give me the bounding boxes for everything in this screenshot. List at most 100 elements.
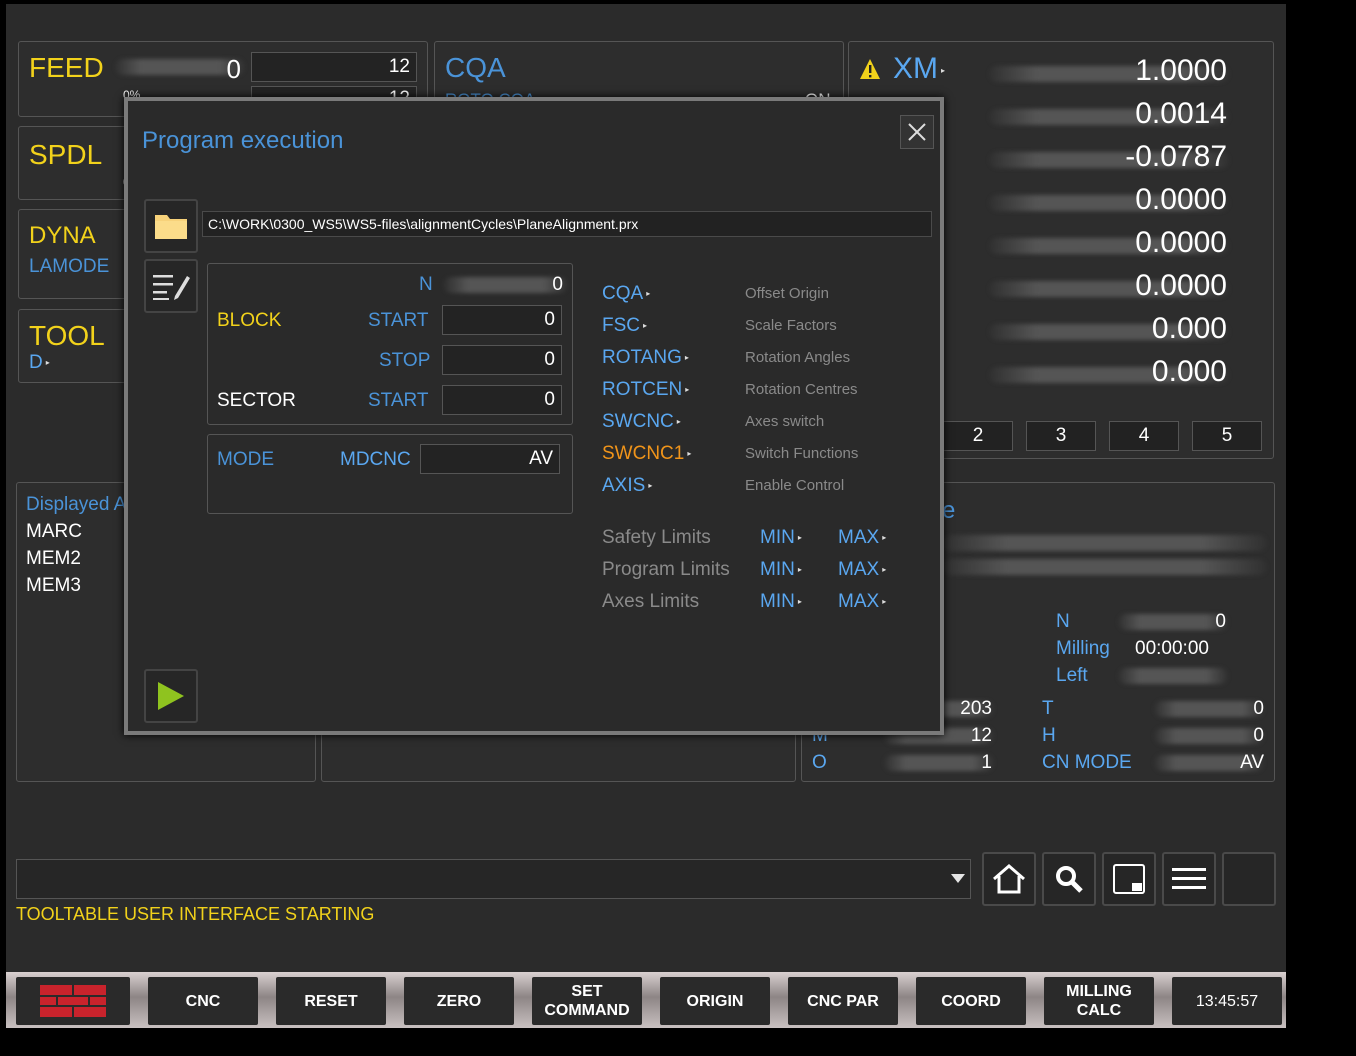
- caret-right-icon: ▸: [882, 533, 887, 543]
- menu-icon: [1172, 868, 1206, 889]
- reset-button[interactable]: RESET: [276, 977, 386, 1025]
- axes-tab-2[interactable]: 2: [943, 421, 1013, 451]
- caret-right-icon: ▸: [685, 385, 690, 395]
- link-swcnc1-label: SWCNC1: [602, 443, 685, 464]
- h-value: 0: [1253, 725, 1264, 746]
- t-label: T: [1042, 698, 1054, 719]
- window-button[interactable]: [1102, 852, 1156, 906]
- search-icon: [1056, 866, 1083, 893]
- mdcnc-input[interactable]: AV: [420, 444, 560, 474]
- caret-right-icon: ▸: [797, 533, 802, 543]
- cqa-title: CQA: [445, 52, 506, 83]
- milling-label: Milling: [1056, 638, 1110, 659]
- link-rotang[interactable]: ROTANG ▸: [602, 347, 689, 369]
- axes-limits-label: Axes Limits: [602, 591, 700, 612]
- desc-rotang: Rotation Angles: [745, 349, 851, 366]
- block-label: BLOCK: [217, 310, 282, 331]
- edit-list-icon: [153, 275, 190, 300]
- caret-right-icon: ▸: [643, 321, 648, 331]
- axis-value-6: 0.0000: [1135, 269, 1227, 302]
- caret-right-icon: ▸: [687, 449, 692, 459]
- caret-right-icon: ▸: [648, 481, 653, 491]
- file-path-field[interactable]: C:\WORK\0300_WS5\WS5-files\alignmentCycl…: [202, 211, 932, 237]
- search-button[interactable]: [1042, 852, 1096, 906]
- cnc-button[interactable]: CNC: [148, 977, 258, 1025]
- origin-button[interactable]: ORIGIN: [660, 977, 770, 1025]
- axes-max-link[interactable]: MAX ▸: [838, 591, 886, 613]
- lamode-label: LAMODE: [29, 256, 110, 277]
- home-icon: [993, 864, 1025, 894]
- mdcnc-label: MDCNC: [340, 449, 411, 470]
- axes-min-link[interactable]: MIN ▸: [760, 591, 802, 613]
- caret-right-icon: ▸: [684, 353, 689, 363]
- cn-mode-value: AV: [1240, 752, 1264, 773]
- brick-logo-icon: [40, 985, 106, 1017]
- link-swcnc[interactable]: SWCNC ▸: [602, 411, 681, 433]
- n-label: N: [1056, 611, 1070, 632]
- command-input[interactable]: [16, 859, 971, 899]
- logo-button[interactable]: [16, 977, 130, 1025]
- axis-value-4: 0.0000: [1135, 183, 1227, 216]
- safety-min-link[interactable]: MIN ▸: [760, 527, 802, 549]
- desc-cqa: Offset Origin: [745, 285, 829, 302]
- displayed-item-mem2[interactable]: MEM2: [26, 548, 81, 570]
- home-button[interactable]: [982, 852, 1036, 906]
- feed-box-1[interactable]: 12: [251, 52, 417, 82]
- menu-button[interactable]: [1162, 852, 1216, 906]
- desc-swcnc: Axes switch: [745, 413, 825, 430]
- link-swcnc1[interactable]: SWCNC1 ▸: [602, 443, 691, 465]
- spdl-label: SPDL: [29, 139, 103, 170]
- caret-right-icon: ▸: [676, 417, 681, 427]
- machining-title: e: [942, 497, 956, 524]
- axes-tab-5[interactable]: 5: [1192, 421, 1262, 451]
- displayed-title: Displayed A: [26, 494, 127, 515]
- axes-tab-4[interactable]: 4: [1109, 421, 1179, 451]
- link-fsc[interactable]: FSC ▸: [602, 315, 647, 337]
- zero-button[interactable]: ZERO: [404, 977, 514, 1025]
- edit-program-button[interactable]: [144, 259, 198, 313]
- axes-tab-3[interactable]: 3: [1026, 421, 1096, 451]
- program-execution-dialog: Program execution C:\WORK\0300_WS5\WS5-f…: [124, 97, 944, 735]
- block-stop-label: STOP: [379, 350, 431, 371]
- milling-calc-button[interactable]: MILLING CALC: [1044, 977, 1154, 1025]
- h-label: H: [1042, 725, 1056, 746]
- safety-min-label: MIN: [760, 527, 795, 548]
- chevron-down-icon[interactable]: [948, 862, 968, 896]
- displayed-item-mem3[interactable]: MEM3: [26, 575, 81, 597]
- program-max-link[interactable]: MAX ▸: [838, 559, 886, 581]
- block-box: N 0 BLOCK START 0 STOP 0 SECTOR START 0: [207, 263, 573, 425]
- warning-icon: [859, 58, 881, 85]
- block-start-input[interactable]: 0: [442, 305, 562, 335]
- caret-right-icon: ▸: [882, 565, 887, 575]
- block-start-label: START: [368, 310, 429, 331]
- link-rotcen[interactable]: ROTCEN ▸: [602, 379, 689, 401]
- sector-start-input[interactable]: 0: [442, 385, 562, 415]
- safety-max-link[interactable]: MAX ▸: [838, 527, 886, 549]
- status-message: TOOLTABLE USER INTERFACE STARTING: [16, 904, 375, 924]
- program-max-label: MAX: [838, 559, 880, 580]
- link-cqa[interactable]: CQA ▸: [602, 283, 650, 305]
- caret-right-icon: ▸: [797, 565, 802, 575]
- tool-label: TOOL: [29, 320, 105, 351]
- bottom-function-bar: CNC RESET ZERO SET COMMAND ORIGIN CNC PA…: [6, 972, 1286, 1028]
- n-value: 0: [552, 274, 563, 295]
- safety-limits-label: Safety Limits: [602, 527, 711, 548]
- set-command-button[interactable]: SET COMMAND: [532, 977, 642, 1025]
- open-file-button[interactable]: [144, 199, 198, 253]
- mode-box: MODE MDCNC AV: [207, 434, 573, 514]
- cnc-par-button[interactable]: CNC PAR: [788, 977, 898, 1025]
- coord-button[interactable]: COORD: [916, 977, 1026, 1025]
- program-min-link[interactable]: MIN ▸: [760, 559, 802, 581]
- tool-d-link[interactable]: D ▸: [29, 352, 50, 374]
- link-axis[interactable]: AXIS ▸: [602, 475, 652, 497]
- link-swcnc-label: SWCNC: [602, 411, 674, 432]
- displayed-item-marc[interactable]: MARC: [26, 521, 82, 543]
- blank-button[interactable]: [1222, 852, 1276, 906]
- close-button[interactable]: [900, 115, 934, 149]
- xm-axis-link[interactable]: XM ▸: [893, 52, 945, 86]
- block-stop-input[interactable]: 0: [442, 345, 562, 375]
- feed-value: 0: [226, 54, 241, 84]
- run-program-button[interactable]: [144, 669, 198, 723]
- sector-start-label: START: [368, 390, 429, 411]
- o-value: 1: [981, 752, 992, 773]
